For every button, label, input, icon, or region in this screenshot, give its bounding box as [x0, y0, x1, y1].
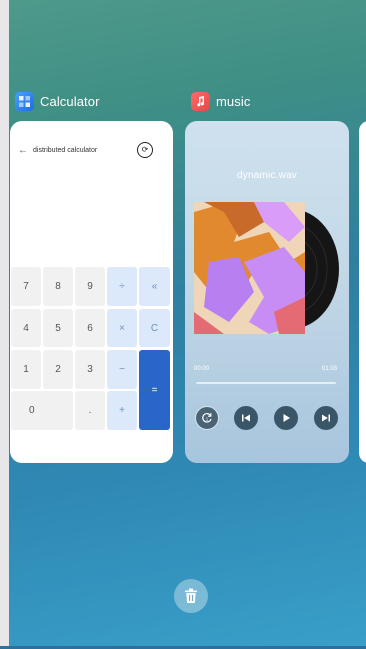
calculator-app-title: Calculator — [40, 94, 100, 109]
key-3[interactable]: 3 — [75, 350, 105, 389]
key-9[interactable]: 9 — [75, 267, 105, 306]
repeat-icon: 1 — [202, 413, 212, 423]
previous-icon — [242, 414, 250, 422]
svg-text:1: 1 — [206, 416, 209, 421]
next-track-button[interactable] — [314, 406, 338, 430]
play-icon — [283, 414, 290, 422]
track-title: dynamic.wav — [237, 170, 297, 181]
sync-icon[interactable]: ⟳ — [137, 142, 153, 158]
trash-icon — [185, 588, 197, 603]
key-decimal[interactable]: . — [75, 391, 105, 430]
key-clear[interactable]: C — [139, 309, 170, 347]
key-5[interactable]: 5 — [43, 309, 73, 347]
play-button[interactable] — [274, 406, 298, 430]
next-recent-card-peek[interactable] — [359, 121, 366, 463]
key-divide[interactable]: ÷ — [107, 267, 137, 306]
total-time: 01:03 — [322, 366, 338, 372]
calculator-keypad: 7 8 9 ÷ « 4 5 6 × C 1 2 3 − 0 . + = — [10, 267, 173, 432]
key-backspace[interactable]: « — [139, 267, 170, 306]
music-app-icon — [191, 92, 210, 111]
calculator-app-icon — [15, 92, 34, 111]
repeat-cycle-button[interactable]: 1 — [195, 406, 219, 430]
music-app-label: music — [191, 92, 250, 111]
key-2[interactable]: 2 — [43, 350, 73, 389]
key-equals[interactable]: = — [139, 350, 170, 430]
calculator-header: ← distributed calculator — [18, 145, 97, 156]
key-8[interactable]: 8 — [43, 267, 73, 306]
progress-bar[interactable] — [196, 382, 336, 384]
music-app-title: music — [216, 94, 251, 109]
key-6[interactable]: 6 — [75, 309, 105, 347]
calculator-recent-card[interactable]: ← distributed calculator ⟳ 7 8 9 ÷ « 4 5… — [10, 121, 173, 463]
calculator-app-label: Calculator — [15, 92, 100, 111]
key-1[interactable]: 1 — [11, 350, 41, 389]
key-minus[interactable]: − — [107, 350, 137, 389]
music-recent-card[interactable]: dynamic.wav 00:00 01:03 1 — [185, 121, 349, 463]
left-frame-edge — [0, 0, 9, 649]
key-4[interactable]: 4 — [11, 309, 41, 347]
key-plus[interactable]: + — [107, 391, 137, 430]
key-multiply[interactable]: × — [107, 309, 137, 347]
key-7[interactable]: 7 — [11, 267, 41, 306]
previous-track-button[interactable] — [234, 406, 258, 430]
next-icon — [322, 414, 330, 422]
current-time: 00:00 — [194, 366, 210, 372]
clear-all-button[interactable] — [174, 579, 208, 613]
back-arrow-icon[interactable]: ← — [18, 145, 28, 156]
album-art-icon — [194, 202, 305, 334]
calculator-header-title: distributed calculator — [33, 147, 98, 154]
key-0[interactable]: 0 — [11, 391, 73, 430]
